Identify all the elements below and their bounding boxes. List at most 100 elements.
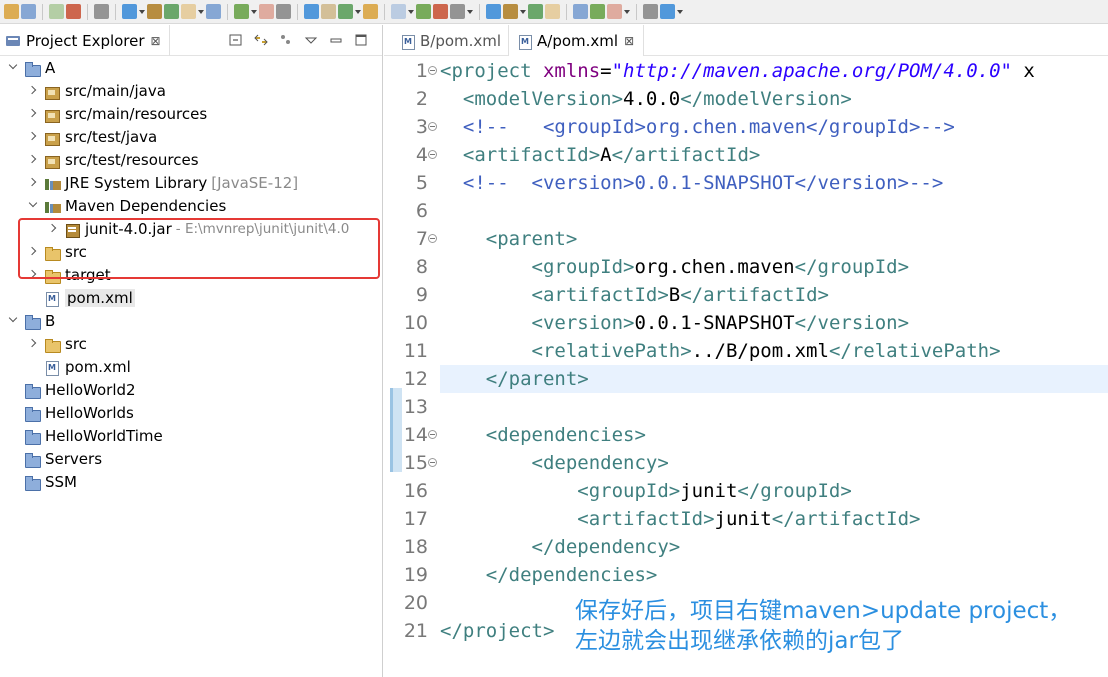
search-icon[interactable] bbox=[503, 4, 518, 19]
chevron-down-icon[interactable] bbox=[28, 201, 38, 211]
tree-item[interactable]: target bbox=[28, 264, 111, 286]
chevron-right-icon[interactable] bbox=[28, 270, 38, 280]
minimize-icon[interactable] bbox=[328, 32, 344, 46]
tree-item[interactable]: A bbox=[8, 57, 55, 79]
search-icon[interactable] bbox=[147, 4, 162, 19]
dropdown-arrow-icon[interactable] bbox=[624, 4, 630, 19]
tree-item[interactable]: src bbox=[28, 333, 87, 355]
tab-label: B/pom.xml bbox=[420, 31, 502, 50]
code-text: <project xmlns="http://maven.apache.org/… bbox=[440, 57, 1035, 85]
run-icon[interactable] bbox=[643, 4, 658, 19]
code-token: <project bbox=[440, 60, 543, 82]
tab-b-pom[interactable]: B/pom.xml bbox=[392, 25, 501, 56]
chevron-right-icon[interactable] bbox=[28, 247, 38, 257]
chevron-down-icon[interactable] bbox=[8, 63, 18, 73]
project-explorer-tab[interactable]: Project Explorer ⊠ bbox=[0, 25, 170, 56]
tree-item[interactable]: src/main/java bbox=[28, 80, 166, 102]
debug-icon[interactable] bbox=[66, 4, 81, 19]
code-line: 10 <version>0.0.1-SNAPSHOT</version> bbox=[384, 309, 1108, 337]
dropdown-arrow-icon[interactable] bbox=[408, 4, 414, 19]
fold-toggle-icon[interactable] bbox=[428, 234, 437, 243]
fold-toggle-icon[interactable] bbox=[428, 66, 437, 75]
print-icon[interactable] bbox=[416, 4, 431, 19]
perspective-icon[interactable] bbox=[338, 4, 353, 19]
print-icon[interactable] bbox=[49, 4, 64, 19]
project-explorer-title: Project Explorer bbox=[26, 31, 145, 50]
build-icon[interactable] bbox=[122, 4, 137, 19]
link-with-editor-icon[interactable] bbox=[253, 32, 269, 46]
chevron-right-icon[interactable] bbox=[28, 86, 38, 96]
new-icon[interactable] bbox=[4, 4, 19, 19]
build-icon[interactable] bbox=[660, 4, 675, 19]
dropdown-arrow-icon[interactable] bbox=[139, 4, 145, 19]
tree-item[interactable]: HelloWorlds bbox=[8, 402, 134, 424]
debug-icon[interactable] bbox=[259, 4, 274, 19]
chevron-right-icon[interactable] bbox=[28, 339, 38, 349]
fold-toggle-icon[interactable] bbox=[428, 122, 437, 131]
chevron-right-icon[interactable] bbox=[28, 178, 38, 188]
fold-toggle-icon[interactable] bbox=[428, 458, 437, 467]
dropdown-arrow-icon[interactable] bbox=[520, 4, 526, 19]
chevron-down-icon[interactable] bbox=[8, 316, 18, 326]
tree-item[interactable]: Servers bbox=[8, 448, 102, 470]
close-icon[interactable]: ⊠ bbox=[151, 34, 161, 48]
collapse-all-icon[interactable] bbox=[228, 32, 244, 46]
tree-item[interactable]: HelloWorldTime bbox=[8, 425, 163, 447]
dropdown-arrow-icon[interactable] bbox=[198, 4, 204, 19]
code-token: <version> bbox=[440, 312, 635, 334]
run-icon[interactable] bbox=[276, 4, 291, 19]
new-icon[interactable] bbox=[363, 4, 378, 19]
tree-item[interactable]: pom.xml bbox=[28, 356, 131, 378]
tree-item[interactable]: Maven Dependencies bbox=[28, 195, 226, 217]
chevron-right-icon[interactable] bbox=[28, 132, 38, 142]
build-icon[interactable] bbox=[304, 4, 319, 19]
view-menu-icon[interactable] bbox=[303, 32, 319, 46]
tree-item[interactable]: src/main/resources bbox=[28, 103, 207, 125]
toolbar-separator bbox=[479, 3, 480, 20]
search-icon[interactable] bbox=[321, 4, 336, 19]
perspective-icon[interactable] bbox=[528, 4, 543, 19]
tree-item[interactable]: src/test/java bbox=[28, 126, 157, 148]
run-icon[interactable] bbox=[450, 4, 465, 19]
maximize-icon[interactable] bbox=[353, 32, 369, 46]
close-icon[interactable]: ⊠ bbox=[624, 34, 634, 48]
new-icon[interactable] bbox=[545, 4, 560, 19]
save-icon[interactable] bbox=[21, 4, 36, 19]
tree-item-label: src bbox=[65, 243, 87, 261]
code-token: </version> bbox=[794, 312, 910, 334]
dropdown-arrow-icon[interactable] bbox=[467, 4, 473, 19]
perspective-icon[interactable] bbox=[164, 4, 179, 19]
fold-toggle-icon[interactable] bbox=[428, 150, 437, 159]
dropdown-arrow-icon[interactable] bbox=[677, 4, 683, 19]
tree-item[interactable]: src/test/resources bbox=[28, 149, 199, 171]
code-token: <!-- <groupId>org.chen.maven</groupId>--… bbox=[440, 116, 955, 138]
debug-icon[interactable] bbox=[433, 4, 448, 19]
dropdown-arrow-icon[interactable] bbox=[251, 4, 257, 19]
tree-item[interactable]: JRE System Library [JavaSE-12] bbox=[28, 172, 298, 194]
new-icon[interactable] bbox=[181, 4, 196, 19]
tree-item[interactable]: HelloWorld2 bbox=[8, 379, 136, 401]
code-text: <!-- <groupId>org.chen.maven</groupId>--… bbox=[440, 113, 955, 141]
run-icon[interactable] bbox=[94, 4, 109, 19]
dropdown-arrow-icon[interactable] bbox=[355, 4, 361, 19]
chevron-right-icon[interactable] bbox=[28, 155, 38, 165]
print-icon[interactable] bbox=[234, 4, 249, 19]
chevron-right-icon[interactable] bbox=[48, 224, 58, 234]
debug-icon[interactable] bbox=[607, 4, 622, 19]
tree-item[interactable]: SSM bbox=[8, 471, 77, 493]
tree-item[interactable]: junit-4.0.jar - E:\mvnrep\junit\junit\4.0 bbox=[48, 218, 349, 240]
build-icon[interactable] bbox=[486, 4, 501, 19]
save-icon[interactable] bbox=[573, 4, 588, 19]
chevron-right-icon[interactable] bbox=[28, 109, 38, 119]
xml-file-icon bbox=[517, 34, 532, 50]
code-area[interactable]: 1 <project xmlns="http://maven.apache.org… bbox=[384, 57, 1108, 677]
save-icon[interactable] bbox=[206, 4, 221, 19]
tree-item[interactable]: pom.xml bbox=[28, 287, 135, 309]
tree-item[interactable]: B bbox=[8, 310, 55, 332]
fold-toggle-icon[interactable] bbox=[428, 430, 437, 439]
tree-item[interactable]: src bbox=[28, 241, 87, 263]
save-icon[interactable] bbox=[391, 4, 406, 19]
print-icon[interactable] bbox=[590, 4, 605, 19]
tab-a-pom[interactable]: A/pom.xml ⊠ bbox=[508, 25, 644, 56]
filter-icon[interactable] bbox=[278, 32, 294, 46]
